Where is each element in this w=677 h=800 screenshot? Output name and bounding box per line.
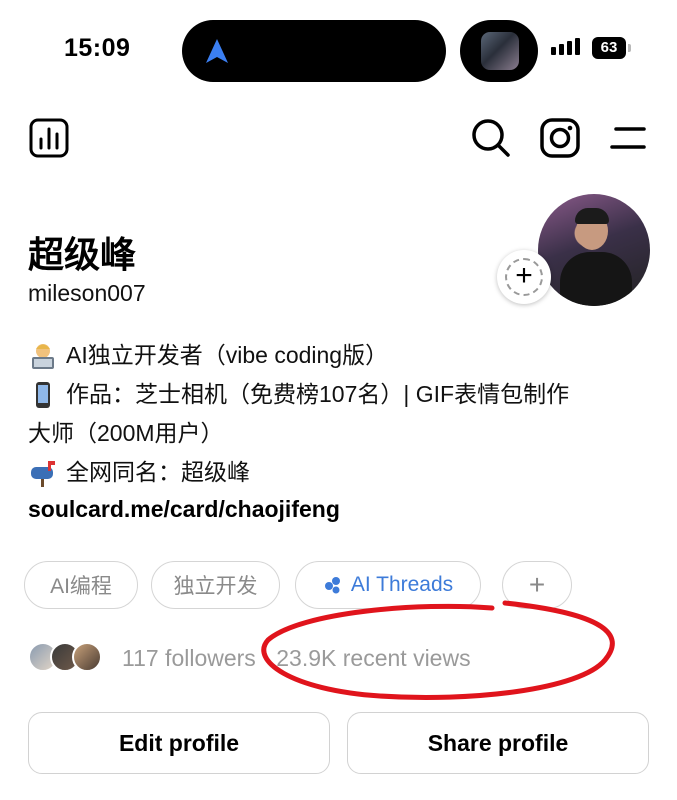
battery-icon: 63 [592,37,626,59]
chip-indie-dev[interactable]: 独立开发 [151,561,280,609]
search-icon[interactable] [471,118,511,158]
recent-views[interactable]: 23.9K recent views [276,645,470,671]
plus-icon: + [515,259,533,292]
instagram-icon[interactable] [540,118,580,158]
insights-icon[interactable] [29,118,69,158]
status-time: 15:09 [64,34,131,62]
followers-stats: 117 followers · 23.9K recent views [122,645,471,672]
menu-icon[interactable] [610,124,646,152]
add-story-button[interactable]: + [497,250,551,304]
media-thumbnail [481,32,519,70]
share-profile-button[interactable]: Share profile [347,712,649,774]
stats-separator: · [255,645,277,671]
mailbox-emoji-icon [31,460,55,487]
edit-profile-button[interactable]: Edit profile [28,712,330,774]
bio-line: AI独立开发者（vibe coding版） [28,336,643,375]
technologist-emoji-icon [32,343,54,369]
threads-dots-icon [324,577,340,594]
plus-icon: + [528,569,546,600]
profile-link[interactable]: soulcard.me/card/chaojifeng [28,496,340,523]
display-name: 超级峰 [28,234,137,275]
bio-line: 全网同名：超级峰 [28,453,643,492]
bio-line: 大师（200M用户） [28,420,224,446]
navigation-arrow-icon [206,39,228,63]
follower-avatar[interactable] [72,642,102,672]
bio-line: 作品：芝士相机（免费榜107名）| GIF表情包制作 [28,375,643,414]
avatar[interactable] [538,194,650,306]
followers-count[interactable]: 117 followers [122,645,256,671]
chip-ai-threads[interactable]: AI Threads [295,561,481,609]
live-activity[interactable] [460,20,538,82]
dynamic-island[interactable] [182,20,446,82]
bio: AI独立开发者（vibe coding版） 作品：芝士相机（免费榜107名）| … [28,336,643,492]
add-chip-button[interactable]: + [502,561,572,609]
signal-icon [551,38,580,55]
chip-ai-coding[interactable]: AI编程 [24,561,138,609]
mobile-phone-emoji-icon [36,381,50,408]
battery-tip [628,44,631,52]
username: mileson007 [28,280,146,306]
